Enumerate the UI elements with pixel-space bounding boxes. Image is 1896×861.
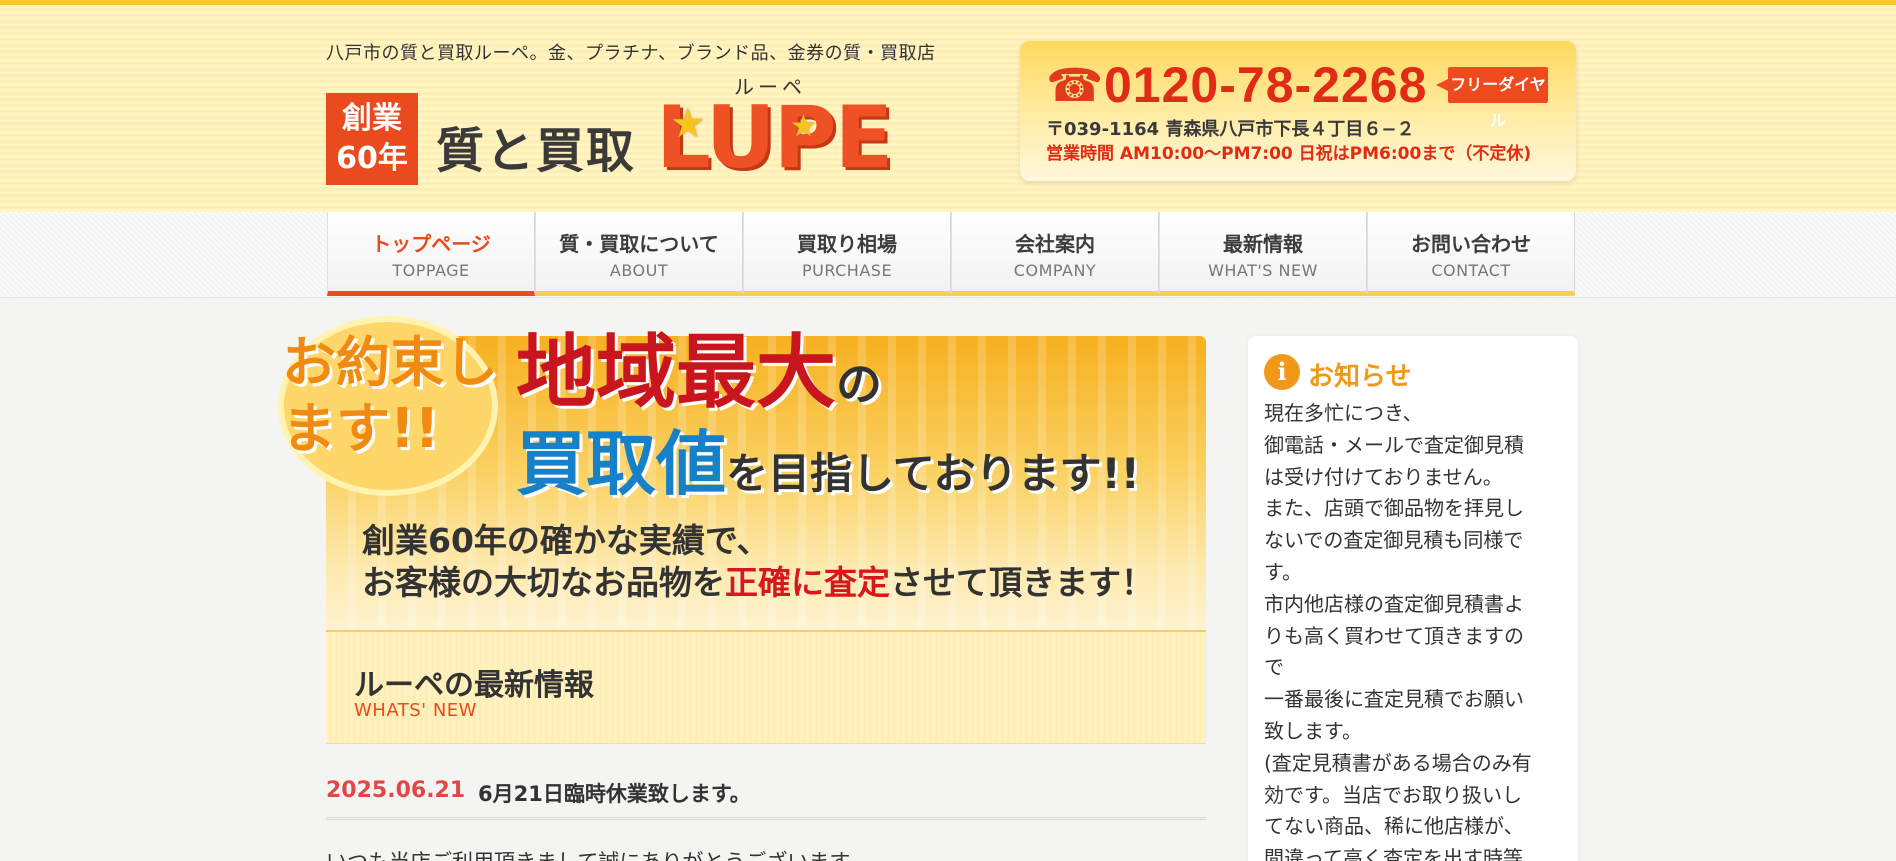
banner-subline: 創業60年の確かな実績で、 お客様の大切なお品物を正確に査定させて頂きます！ <box>362 520 1154 604</box>
subline-2: お客様の大切なお品物を正確に査定させて頂きます！ <box>362 562 1154 604</box>
badge-line-2: 60年 <box>336 141 408 176</box>
notice-line: また、店頭で御品物を拝見し <box>1264 496 1524 521</box>
nav-item-contact[interactable]: お問い合わせ CONTACT <box>1367 212 1575 296</box>
headline-1-main: 地域最大 <box>516 326 836 419</box>
banner-headline-1: 地域最大の <box>516 308 882 424</box>
notice-title: お知らせ <box>1308 362 1412 392</box>
phone-icon: ☎ <box>1046 58 1104 112</box>
news-headline[interactable]: 6月21日臨時休業致します。 <box>478 778 751 808</box>
phone-number[interactable]: 0120-78-2268 <box>1104 57 1427 113</box>
nav-label-jp: 会社案内 <box>1015 232 1095 256</box>
freedial-badge: フリーダイヤル <box>1436 67 1548 130</box>
notice-line: (査定見積書がある場合のみ有 <box>1264 750 1532 775</box>
star-icon: ★ <box>790 109 817 144</box>
promise-text: お約束します!! <box>282 331 498 460</box>
info-icon: i <box>1264 354 1300 390</box>
nav-label-jp: 買取り相場 <box>797 232 897 256</box>
notice-line: 間違って高く査定を出す時等 <box>1264 846 1523 861</box>
news-header: ルーペの最新情報 WHATS' NEW <box>326 630 1206 744</box>
subline-2-pre: お客様の大切なお品物を <box>362 563 725 602</box>
nav-label-en: CONTACT <box>1431 261 1511 280</box>
notice-line: てない商品、稀に他店様が、 <box>1264 814 1524 839</box>
news-entry[interactable]: 2025.06.21 6月21日臨時休業致します。 <box>326 770 1206 820</box>
headline-2-rest: を目指しております!! <box>726 449 1140 498</box>
star-icon: ★ <box>670 101 706 147</box>
logo-subtitle[interactable]: 質と買取 <box>436 111 636 181</box>
subline-1: 創業60年の確かな実績で、 <box>362 521 770 560</box>
nav-label-en: COMPANY <box>1013 261 1097 280</box>
notice-line: 現在多忙につき、 <box>1264 401 1423 425</box>
notice-text: 現在多忙につき、 御電話・メールで査定御見積 は受け付けておりません。 また、店… <box>1264 398 1566 861</box>
nav-label-en: WHAT'S NEW <box>1208 261 1318 280</box>
site-header: 八戸市の質と買取ルーペ。金、プラチナ、ブランド品、金券の質・買取店 創業 60年… <box>0 0 1896 212</box>
founded-badge: 創業 60年 <box>326 93 418 185</box>
nav-label-jp: お問い合わせ <box>1411 232 1531 256</box>
nav-item-toppage[interactable]: トップページ TOPPAGE <box>327 212 535 296</box>
notice-line: 効です。当店でお取り扱いし <box>1264 782 1522 807</box>
nav-label-jp: 最新情報 <box>1223 232 1303 256</box>
notice-line: 市内他店様の査定御見積書よ <box>1264 591 1524 616</box>
site-tagline: 八戸市の質と買取ルーペ。金、プラチナ、ブランド品、金券の質・買取店 <box>326 43 936 64</box>
notice-line: ないでの査定御見積も同様で <box>1264 528 1524 553</box>
nav-label-jp: 質・買取について <box>559 232 719 256</box>
contact-box: ☎ 0120-78-2268 フリーダイヤル 〒039-1164 青森県八戸市下… <box>1020 41 1576 181</box>
main-nav: トップページ TOPPAGE 質・買取について ABOUT 買取り相場 PURC… <box>327 212 1575 296</box>
notice-line: す。 <box>1264 559 1302 584</box>
badge-line-1: 創業 <box>342 101 402 136</box>
nav-item-whats-new[interactable]: 最新情報 WHAT'S NEW <box>1159 212 1367 296</box>
nav-item-company[interactable]: 会社案内 COMPANY <box>951 212 1159 296</box>
banner-headline-2: 買取値を目指しております!! <box>516 408 1140 509</box>
notice-line: で <box>1264 655 1284 680</box>
notice-line: りも高く買わせて頂きますの <box>1264 623 1524 648</box>
subline-2-post: させて頂きます！ <box>890 563 1154 602</box>
nav-label-en: TOPPAGE <box>392 261 470 280</box>
news-body: いつも当店ご利用頂きまして誠にありがとうございます。 <box>326 846 869 861</box>
headline-2-main: 買取値 <box>516 423 726 505</box>
news-title: ルーペの最新情報 <box>354 668 594 703</box>
news-subtitle: WHATS' NEW <box>354 700 477 721</box>
store-address: 〒039-1164 青森県八戸市下長４丁目６−２ <box>1046 119 1415 140</box>
headline-1-suffix: の <box>836 357 882 411</box>
nav-label-jp: トップページ <box>371 232 491 256</box>
notice-sidebar: i お知らせ 現在多忙につき、 御電話・メールで査定御見積 は受け付けておりませ… <box>1248 336 1578 861</box>
subline-2-red: 正確に査定 <box>725 563 890 602</box>
notice-line: 一番最後に査定見積でお願い <box>1264 687 1524 712</box>
nav-item-purchase[interactable]: 買取り相場 PURCHASE <box>743 212 951 296</box>
notice-line: は受け付けておりません。 <box>1264 464 1503 489</box>
notice-line: 致します。 <box>1264 718 1362 743</box>
nav-item-about[interactable]: 質・買取について ABOUT <box>535 212 743 296</box>
nav-label-en: PURCHASE <box>801 261 893 280</box>
nav-label-en: ABOUT <box>609 261 669 280</box>
notice-line: 御電話・メールで査定御見積 <box>1264 432 1524 457</box>
business-hours: 営業時間 AM10:00～PM7:00 日祝はPM6:00まで（不定休) <box>1046 144 1532 164</box>
news-date: 2025.06.21 <box>326 778 466 803</box>
